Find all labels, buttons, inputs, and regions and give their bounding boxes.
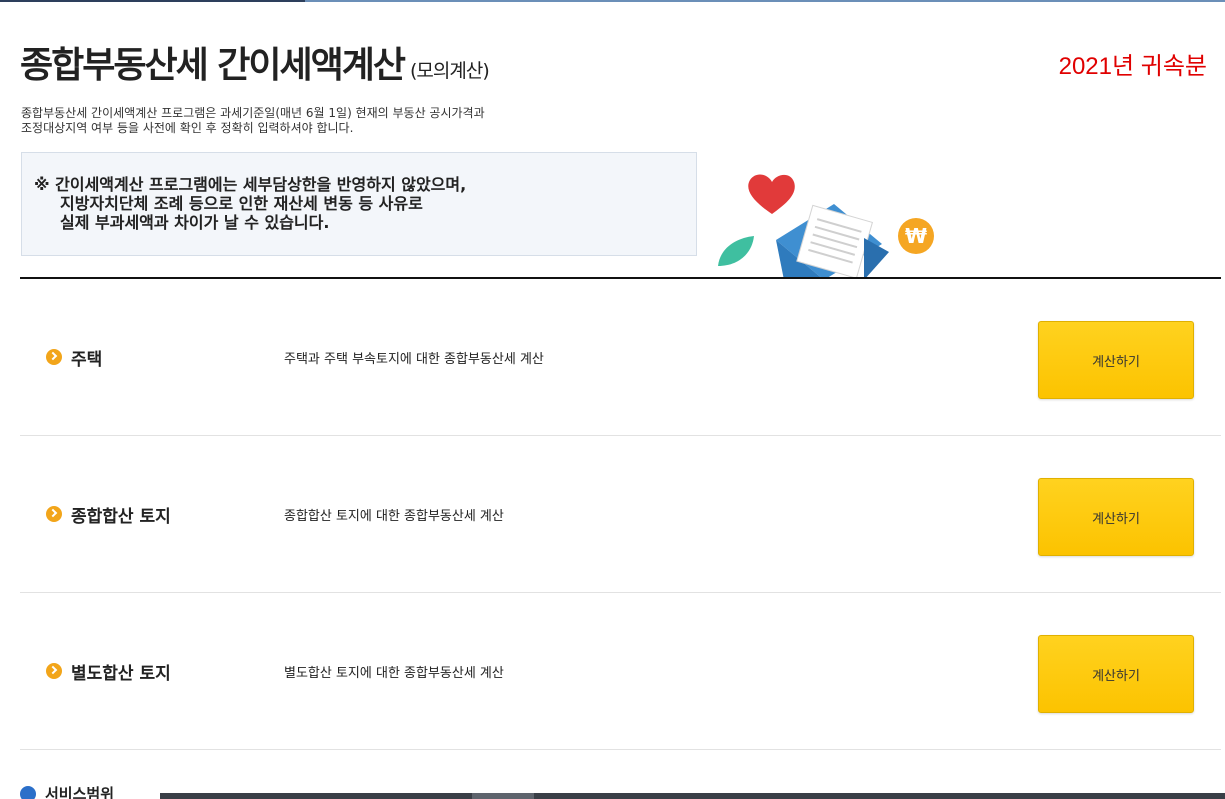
tax-year-label: 2021년 귀속분: [1058, 53, 1207, 80]
row-label-text: 주택: [71, 349, 103, 370]
service-scope-heading: 서비스범위: [20, 783, 114, 799]
page-title-sub: (모의계산): [409, 60, 490, 82]
notice-line-2: 지방자치단체 조례 등으로 인한 재산세 변동 등 사유로: [60, 194, 423, 213]
calc-row-separate-land: 별도합산 토지 별도합산 토지에 대한 종합부동산세 계산 계산하기: [20, 593, 1221, 750]
page-title-text: 종합부동산세 간이세액계산: [20, 45, 406, 86]
calc-row-housing: 주택 주택과 주택 부속토지에 대한 종합부동산세 계산 계산하기: [20, 279, 1221, 436]
illustration: ₩: [714, 168, 944, 278]
row-label-text: 종합합산 토지: [71, 506, 171, 527]
chevron-right-icon: [46, 506, 62, 522]
intro-line-1: 종합부동산세 간이세액계산 프로그램은 과세기준일(매년 6월 1일) 현재의 …: [21, 106, 485, 120]
horizontal-scrollbar[interactable]: [160, 793, 1225, 799]
calc-row-comprehensive-land: 종합합산 토지 종합합산 토지에 대한 종합부동산세 계산 계산하기: [20, 436, 1221, 593]
notice-box: ※ 간이세액계산 프로그램에는 세부담상한을 반영하지 않았으며, 지방자치단체…: [21, 152, 697, 256]
notice-line-3: 실제 부과세액과 차이가 날 수 있습니다.: [60, 213, 330, 232]
page-title: 종합부동산세 간이세액계산 (모의계산): [20, 36, 490, 88]
svg-text:₩: ₩: [905, 224, 927, 248]
row-label-text: 별도합산 토지: [71, 663, 171, 684]
chevron-right-icon: [46, 349, 62, 365]
calculate-button-comprehensive-land[interactable]: 계산하기: [1038, 478, 1194, 556]
leaf-icon: [718, 236, 754, 266]
page: 종합부동산세 간이세액계산 (모의계산) 2021년 귀속분 종합부동산세 간이세…: [0, 0, 1225, 799]
chevron-right-icon: [46, 663, 62, 679]
row-description: 별도합산 토지에 대한 종합부동산세 계산: [284, 665, 504, 681]
row-label: 종합합산 토지: [46, 436, 171, 592]
row-label: 주택: [46, 279, 102, 435]
heart-icon: [748, 174, 795, 214]
intro-line-2: 조정대상지역 여부 등을 사전에 확인 후 정확히 입력하셔야 합니다.: [21, 121, 354, 135]
envelope-icon: [776, 204, 889, 278]
calculate-button-separate-land[interactable]: 계산하기: [1038, 635, 1194, 713]
row-label: 별도합산 토지: [46, 593, 171, 749]
notice-line-1: ※ 간이세액계산 프로그램에는 세부담상한을 반영하지 않았으며,: [34, 175, 467, 194]
circle-bullet-icon: [20, 785, 36, 799]
service-scope-label: 서비스범위: [45, 785, 115, 799]
scrollbar-thumb[interactable]: [472, 793, 534, 799]
won-coin-icon: ₩: [898, 218, 934, 254]
top-strip: [0, 0, 1225, 2]
intro-text: 종합부동산세 간이세액계산 프로그램은 과세기준일(매년 6월 1일) 현재의 …: [21, 106, 485, 136]
row-description: 주택과 주택 부속토지에 대한 종합부동산세 계산: [284, 351, 544, 367]
calculate-button-housing[interactable]: 계산하기: [1038, 321, 1194, 399]
row-description: 종합합산 토지에 대한 종합부동산세 계산: [284, 508, 504, 524]
